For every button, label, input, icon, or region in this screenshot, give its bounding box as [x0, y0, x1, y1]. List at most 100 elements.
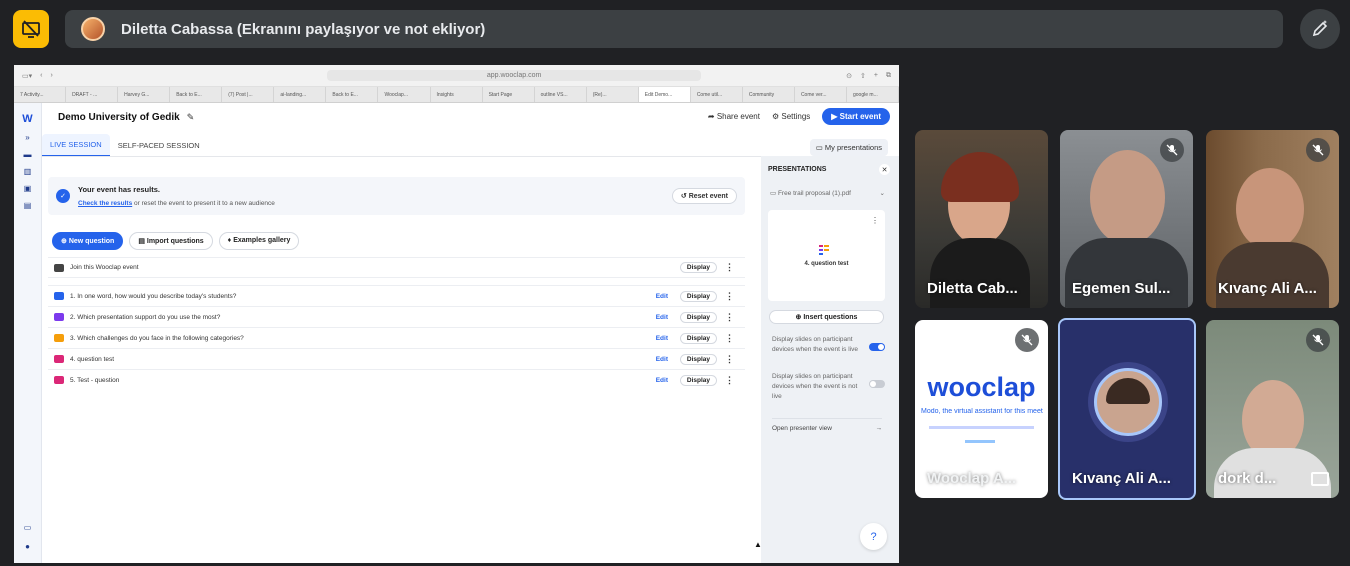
toggle-not-live-switch[interactable]	[869, 380, 885, 388]
browser-tab[interactable]: Insights	[431, 87, 483, 102]
browser-tab[interactable]: ai-landing...	[274, 87, 327, 102]
edit-question-button[interactable]: Edit	[656, 356, 668, 363]
participant-name: Kıvanç Ali A...	[1218, 280, 1317, 297]
insert-questions-button[interactable]: ⊕ Insert questions	[769, 310, 884, 324]
participant-video	[1090, 150, 1165, 245]
share-icon[interactable]: ⇧	[860, 72, 866, 80]
participant-name: Kıvanç Ali A...	[1072, 470, 1171, 487]
open-presenter-view-link[interactable]: Open presenter view →	[772, 418, 882, 432]
monitor-icon[interactable]: ▣	[24, 184, 32, 193]
more-options-icon[interactable]: ⋮	[725, 354, 734, 365]
back-icon[interactable]: ‹	[40, 72, 42, 80]
question-row[interactable]: 5. Test - question Edit Display ⋮	[48, 369, 745, 390]
display-question-button[interactable]: Display	[679, 374, 717, 386]
browser-tab[interactable]: Harvey G...	[118, 87, 171, 102]
question-row[interactable]: 4. question test Edit Display ⋮	[48, 348, 745, 369]
wooclap-logo-icon[interactable]: W	[22, 113, 32, 125]
tabs-overview-icon[interactable]: ⧉	[886, 72, 891, 80]
edit-question-button[interactable]: Edit	[656, 377, 668, 384]
display-question-button[interactable]: Display	[679, 353, 717, 365]
browser-tab[interactable]: google m...	[847, 87, 899, 102]
tab-self-paced-session[interactable]: SELF-PACED SESSION	[110, 135, 208, 156]
new-tab-icon[interactable]: +	[874, 72, 878, 80]
reset-event-button[interactable]: ↺ Reset event	[671, 188, 737, 204]
browser-tab[interactable]: Community	[743, 87, 795, 102]
presentation-file-select[interactable]: ▭ Free trail proposal (1).pdf ⌄	[770, 189, 885, 197]
browser-tab[interactable]: 7 Activity...	[14, 87, 67, 102]
question-actions: ⊕ New question ▤ Import questions ♦ Exam…	[52, 232, 300, 250]
browser-tab[interactable]: DRAFT - ...	[66, 87, 119, 102]
mic-off-icon	[1306, 138, 1330, 162]
participant-video	[1236, 168, 1304, 250]
card-icon[interactable]: ▭	[24, 523, 32, 532]
participant-tile-3[interactable]: Kıvanç Ali A...	[1206, 130, 1339, 308]
browser-tab[interactable]: outline VS...	[535, 87, 587, 102]
address-bar[interactable]: app.wooclap.com	[326, 70, 702, 81]
forward-icon[interactable]: ›	[50, 72, 52, 80]
building-icon[interactable]: ▤	[24, 201, 32, 210]
user-icon[interactable]: ●	[25, 542, 30, 551]
edit-question-button[interactable]: Edit	[656, 335, 668, 342]
more-options-icon[interactable]: ⋮	[725, 291, 734, 302]
browser-tab[interactable]: Start Page	[483, 87, 535, 102]
library-icon[interactable]: ▥	[24, 167, 32, 176]
browser-tab[interactable]: (7) Post |...	[222, 87, 275, 102]
edit-question-button[interactable]: Edit	[656, 314, 668, 321]
pen-sparkle-icon	[1312, 20, 1328, 37]
left-nav: W » ▬ ▥ ▣ ▤ ▭ ●	[14, 103, 42, 563]
browser-tab[interactable]: Come ver...	[795, 87, 847, 102]
check-results-link[interactable]: Check the results	[78, 200, 132, 207]
more-options-icon[interactable]: ⋮	[871, 216, 879, 225]
picture-in-picture-icon[interactable]	[1311, 472, 1329, 486]
start-event-button[interactable]: ▶ Start event	[822, 108, 890, 125]
settings-button[interactable]: ⚙ Settings	[772, 112, 810, 121]
browser-tab[interactable]: Back to E...	[170, 87, 223, 102]
display-question-button[interactable]: Display	[679, 290, 717, 302]
participant-tile-1[interactable]: Diletta Cab...	[915, 130, 1048, 308]
participant-tile-6[interactable]: dork d...	[1206, 320, 1339, 498]
display-question-button[interactable]: Display	[679, 311, 717, 323]
download-icon[interactable]: ⊙	[846, 72, 852, 80]
question-row[interactable]: 2. Which presentation support do you use…	[48, 306, 745, 327]
share-event-button[interactable]: ➦ Share event	[708, 112, 760, 121]
question-row[interactable]: 1. In one word, how would you describe t…	[48, 285, 745, 306]
browser-tab[interactable]: Back to E...	[326, 87, 379, 102]
participant-tile-5[interactable]: Kıvanç Ali A...	[1058, 318, 1196, 500]
slide-thumbnail[interactable]: ⋮ 4. question test	[768, 210, 885, 301]
question-text: 4. question test	[70, 355, 115, 363]
browser-tab[interactable]: (Re)...	[587, 87, 639, 102]
toggle-live-switch[interactable]	[869, 343, 885, 351]
help-button[interactable]: ?	[860, 523, 887, 550]
chat-icon[interactable]: ▬	[24, 150, 32, 159]
presentation-pin-button[interactable]	[13, 10, 49, 48]
presenter-avatar	[81, 17, 105, 41]
new-question-button[interactable]: ⊕ New question	[52, 232, 124, 250]
my-presentations-button[interactable]: ▭ My presentations	[809, 139, 888, 156]
more-options-icon[interactable]: ⋮	[725, 333, 734, 344]
participant-tile-4[interactable]: wooclap Modo, the virtual assistant for …	[915, 320, 1048, 498]
more-options-icon[interactable]: ⋮	[725, 262, 734, 273]
join-display-button[interactable]: Display	[679, 262, 717, 273]
participant-tile-2[interactable]: Egemen Sul...	[1060, 130, 1193, 308]
question-text: 2. Which presentation support do you use…	[70, 313, 221, 321]
edit-question-button[interactable]: Edit	[656, 293, 668, 300]
slide-divider	[929, 426, 1034, 429]
browser-tab[interactable]: Come util...	[691, 87, 743, 102]
expand-icon[interactable]: »	[25, 133, 29, 142]
browser-tab[interactable]: Edit Demo...	[638, 87, 691, 102]
edit-title-icon[interactable]: ✎	[187, 112, 195, 123]
sidebar-icon[interactable]: ▭▾	[22, 72, 32, 80]
more-options-icon[interactable]: ⋮	[725, 312, 734, 323]
participant-body	[930, 238, 1030, 308]
tab-live-session[interactable]: LIVE SESSION	[42, 133, 110, 157]
browser-tab[interactable]: Wooclap...	[378, 87, 431, 102]
join-event-row[interactable]: Join this Wooclap event Display ⋮	[48, 257, 745, 278]
examples-gallery-button[interactable]: ♦ Examples gallery	[218, 232, 300, 250]
more-options-icon[interactable]: ⋮	[725, 375, 734, 386]
display-question-button[interactable]: Display	[679, 332, 717, 344]
question-row[interactable]: 3. Which challenges do you face in the f…	[48, 327, 745, 348]
import-questions-button[interactable]: ▤ Import questions	[129, 232, 213, 250]
close-icon[interactable]: ✕	[879, 164, 890, 175]
browser-tabs: 7 Activity... DRAFT - ... Harvey G... Back …	[14, 87, 899, 103]
annotate-button[interactable]	[1300, 9, 1340, 49]
